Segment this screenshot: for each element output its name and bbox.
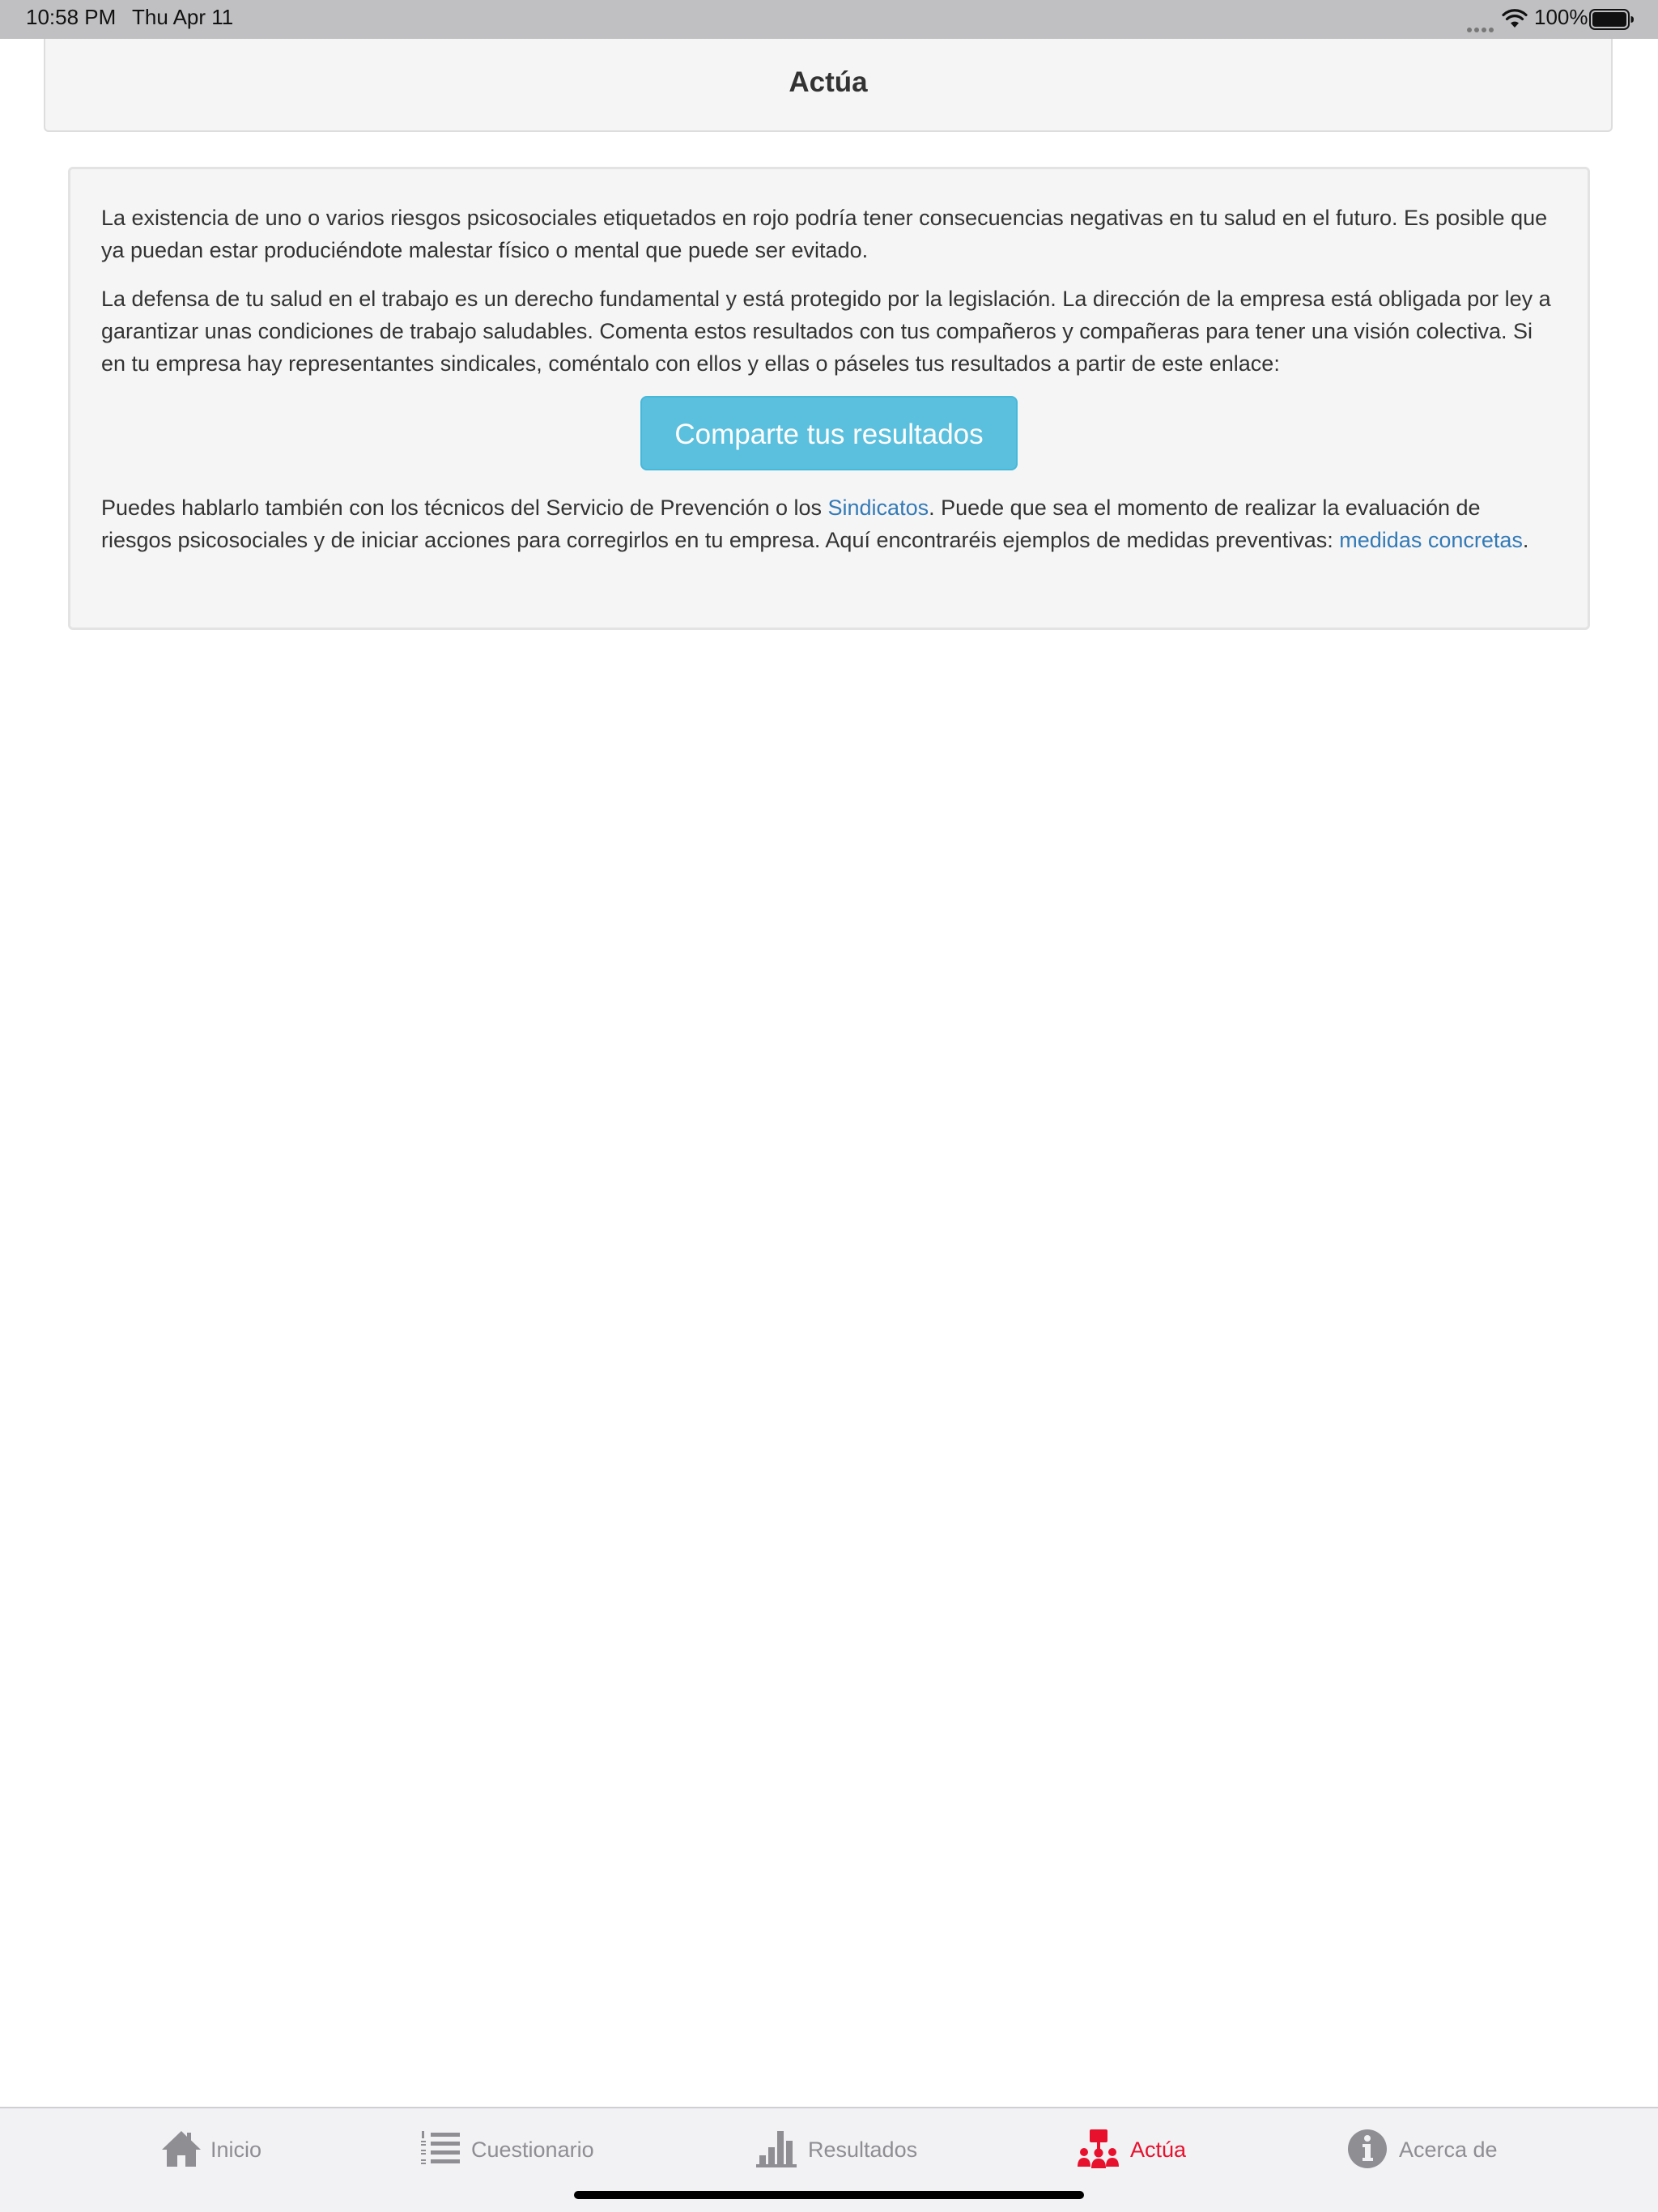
tab-cuestionario-label: Cuestionario — [471, 2138, 594, 2162]
paragraph-prevention: Puedes hablarlo también con los técnicos… — [101, 491, 1557, 556]
group-presentation-icon — [1078, 2129, 1119, 2168]
cellular-dots-icon — [1467, 22, 1496, 32]
battery-icon — [1589, 9, 1634, 30]
wifi-icon — [1502, 9, 1528, 28]
paragraph-rights: La defensa de tu salud en el trabajo es … — [101, 287, 1551, 376]
sindicatos-link[interactable]: Sindicatos — [828, 496, 929, 520]
status-time: 10:58 PM — [26, 5, 117, 29]
tab-acerca-de[interactable]: Acerca de — [1347, 2128, 1509, 2173]
page-header: Actúa — [44, 39, 1613, 132]
bar-chart-icon — [756, 2131, 797, 2167]
home-icon — [162, 2131, 201, 2167]
tab-resultados[interactable]: Resultados — [755, 2128, 918, 2173]
home-indicator[interactable] — [574, 2191, 1084, 2199]
paragraph-prevention-text-1: Puedes hablarlo también con los técnicos… — [101, 496, 828, 520]
tab-actua[interactable]: Actúa — [1077, 2128, 1190, 2173]
paragraph-prevention-text-3: . — [1522, 528, 1529, 552]
status-date: Thu Apr 11 — [132, 5, 234, 29]
tab-inicio-label: Inicio — [210, 2138, 262, 2162]
content-card: La existencia de uno o varios riesgos ps… — [68, 167, 1590, 630]
tab-resultados-label: Resultados — [808, 2138, 918, 2162]
share-button-container: Comparte tus resultados — [101, 396, 1557, 470]
tab-cuestionario[interactable]: Cuestionario — [419, 2128, 597, 2173]
medidas-concretas-link[interactable]: medidas concretas — [1339, 528, 1523, 552]
page-title: Actúa — [789, 66, 868, 98]
list-icon — [421, 2131, 460, 2164]
battery-percent: 100% — [1534, 5, 1588, 29]
share-results-button[interactable]: Comparte tus resultados — [640, 396, 1018, 470]
tab-actua-label: Actúa — [1130, 2138, 1187, 2162]
status-bar: 10:58 PM Thu Apr 11 100% — [0, 0, 1658, 39]
paragraph-risks: La existencia de uno o varios riesgos ps… — [101, 206, 1548, 262]
tab-inicio[interactable]: Inicio — [160, 2128, 274, 2173]
tab-acerca-de-label: Acerca de — [1399, 2138, 1498, 2162]
info-icon — [1348, 2129, 1387, 2168]
